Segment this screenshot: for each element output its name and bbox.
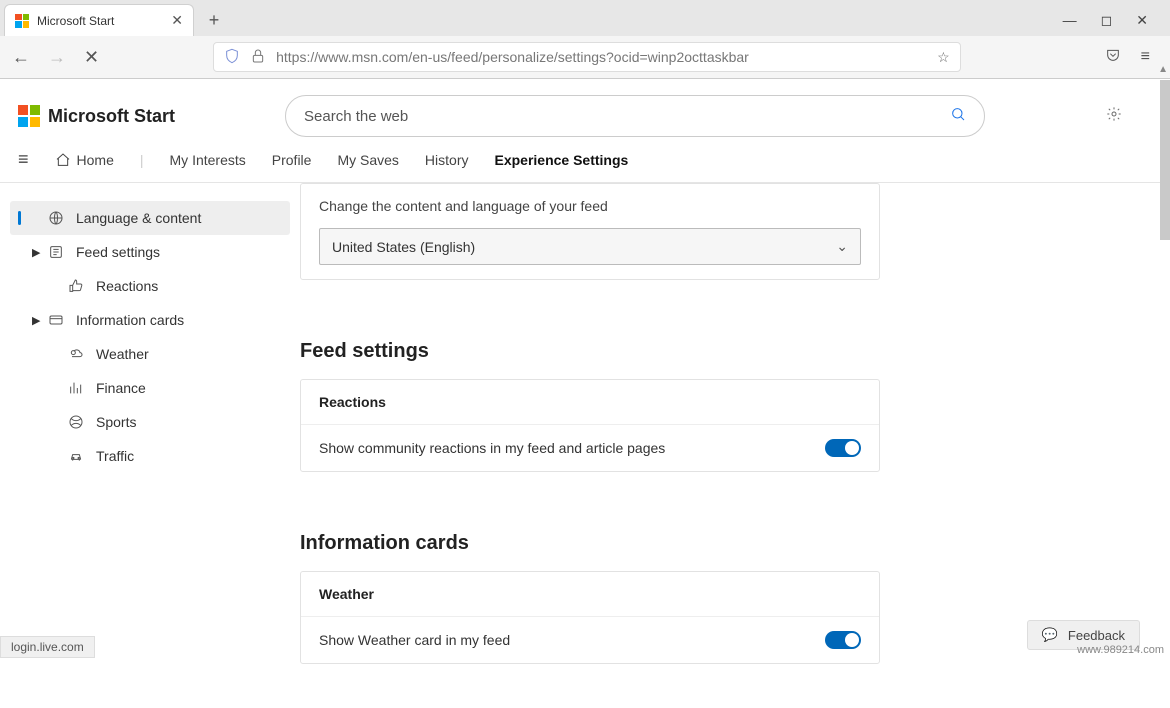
- minimize-icon[interactable]: —: [1063, 12, 1077, 28]
- url-field[interactable]: https://www.msn.com/en-us/feed/personali…: [213, 42, 961, 72]
- page-header: Microsoft Start Search the web: [0, 79, 1170, 149]
- forward-button[interactable]: →: [48, 47, 66, 68]
- nav-my-interests[interactable]: My Interests: [170, 152, 246, 168]
- finance-icon: [68, 380, 84, 396]
- sidebar-item-feed-settings[interactable]: ▶ Feed settings: [10, 235, 290, 269]
- tab-title: Microsoft Start: [37, 14, 114, 28]
- search-input[interactable]: Search the web: [285, 95, 985, 137]
- chat-icon: 💬: [1042, 627, 1058, 643]
- nav-profile[interactable]: Profile: [272, 152, 312, 168]
- address-bar: ← → ✕ https://www.msn.com/en-us/feed/per…: [0, 36, 1170, 78]
- nav-home[interactable]: Home: [55, 152, 114, 168]
- menu-icon[interactable]: ≡: [1141, 48, 1150, 66]
- new-tab-button[interactable]: +: [200, 6, 228, 34]
- reactions-row: Show community reactions in my feed and …: [301, 425, 879, 471]
- sidebar-item-traffic[interactable]: Traffic: [10, 439, 290, 473]
- language-card: Change the content and language of your …: [300, 183, 880, 280]
- feed-settings-title: Feed settings: [300, 340, 880, 363]
- url-text: https://www.msn.com/en-us/feed/personali…: [276, 49, 749, 65]
- thumb-icon: [68, 278, 84, 294]
- language-desc: Change the content and language of your …: [319, 198, 861, 214]
- hamburger-icon[interactable]: ≡: [18, 149, 29, 170]
- shield-icon: [224, 48, 240, 67]
- ms-favicon: [15, 14, 29, 28]
- close-icon[interactable]: ✕: [171, 12, 183, 29]
- lock-icon: [250, 48, 266, 67]
- pocket-icon[interactable]: [1105, 47, 1121, 68]
- reactions-header: Reactions: [301, 380, 879, 425]
- brand-text: Microsoft Start: [48, 106, 175, 127]
- weather-card: Weather Show Weather card in my feed: [300, 571, 880, 664]
- back-button[interactable]: ←: [12, 47, 30, 68]
- search-icon[interactable]: [950, 106, 966, 127]
- nav-my-saves[interactable]: My Saves: [337, 152, 398, 168]
- sidebar-item-reactions[interactable]: Reactions: [10, 269, 290, 303]
- search-placeholder: Search the web: [304, 108, 408, 125]
- reactions-toggle[interactable]: [825, 439, 861, 457]
- tab-bar: Microsoft Start ✕ + — ◻ ✕: [0, 0, 1170, 36]
- page-body: Microsoft Start Search the web ≡ Home | …: [0, 79, 1170, 708]
- nav-experience-settings[interactable]: Experience Settings: [494, 152, 628, 168]
- dropdown-value: United States (English): [332, 239, 475, 255]
- scroll-up-icon[interactable]: ▲: [1158, 64, 1168, 75]
- close-window-icon[interactable]: ✕: [1136, 12, 1148, 29]
- weather-header: Weather: [301, 572, 879, 617]
- caret-icon: ▶: [32, 314, 40, 327]
- info-cards-title: Information cards: [300, 532, 880, 555]
- content: Change the content and language of your …: [300, 183, 920, 708]
- stop-button[interactable]: ✕: [84, 47, 99, 68]
- weather-icon: [68, 346, 84, 362]
- bookmark-icon[interactable]: ☆: [937, 49, 950, 66]
- brand-logo[interactable]: Microsoft Start: [18, 105, 175, 127]
- reactions-card: Reactions Show community reactions in my…: [300, 379, 880, 472]
- browser-tab[interactable]: Microsoft Start ✕: [4, 4, 194, 36]
- browser-chrome: Microsoft Start ✕ + — ◻ ✕ ← → ✕ https://…: [0, 0, 1170, 79]
- gear-icon[interactable]: [1106, 106, 1152, 127]
- nav-history[interactable]: History: [425, 152, 469, 168]
- window-controls: — ◻ ✕: [1063, 12, 1166, 29]
- language-dropdown[interactable]: United States (English) ⌄: [319, 228, 861, 265]
- card-icon: [48, 312, 64, 328]
- watermark: www.989214.com: [1077, 644, 1164, 656]
- sidebar: Language & content ▶ Feed settings React…: [0, 183, 300, 708]
- ms-logo-icon: [18, 105, 40, 127]
- scrollbar-thumb[interactable]: [1160, 80, 1170, 240]
- status-bar: login.live.com: [0, 636, 95, 658]
- weather-row: Show Weather card in my feed: [301, 617, 879, 663]
- sidebar-item-language[interactable]: Language & content: [10, 201, 290, 235]
- sidebar-item-weather[interactable]: Weather: [10, 337, 290, 371]
- nav-row: ≡ Home | My Interests Profile My Saves H…: [0, 149, 1170, 183]
- sidebar-item-information-cards[interactable]: ▶ Information cards: [10, 303, 290, 337]
- chevron-down-icon: ⌄: [836, 238, 848, 255]
- divider: |: [140, 152, 144, 168]
- feed-icon: [48, 244, 64, 260]
- globe-icon: [48, 210, 64, 226]
- maximize-icon[interactable]: ◻: [1101, 12, 1113, 29]
- sports-icon: [68, 414, 84, 430]
- sidebar-item-finance[interactable]: Finance: [10, 371, 290, 405]
- sidebar-item-sports[interactable]: Sports: [10, 405, 290, 439]
- caret-icon: ▶: [32, 246, 40, 259]
- traffic-icon: [68, 448, 84, 464]
- home-icon: [55, 152, 71, 168]
- weather-toggle[interactable]: [825, 631, 861, 649]
